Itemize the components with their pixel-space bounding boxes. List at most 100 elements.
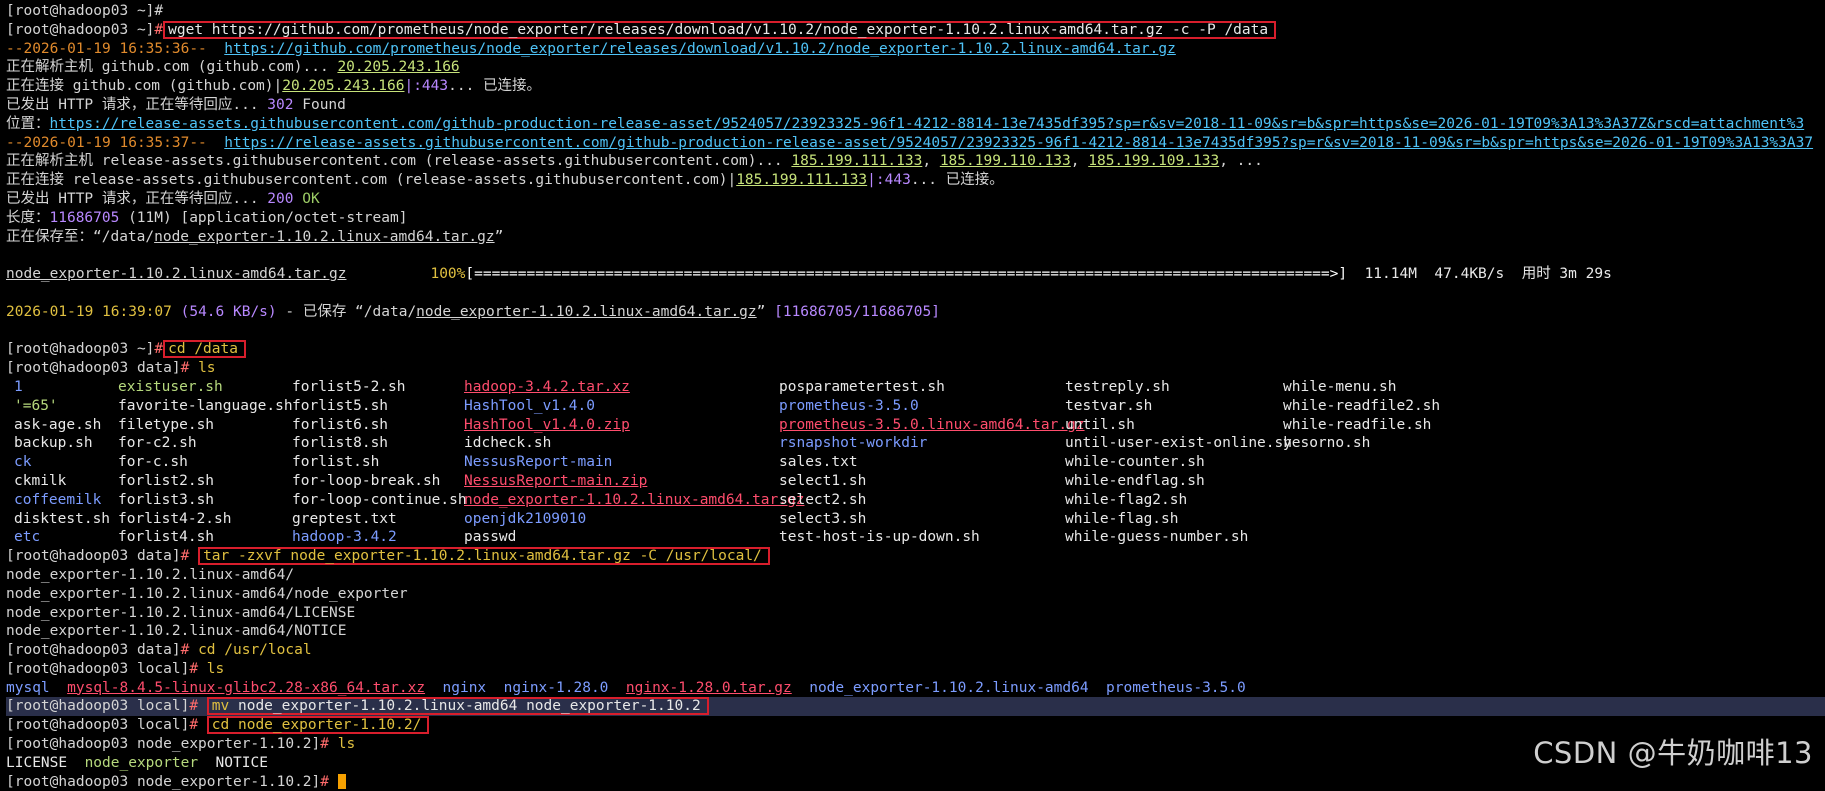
ls-entry[interactable]: greptest.txt [292,510,397,529]
ls-entry[interactable]: node_exporter-1.10.2.linux-amd64.tar.gz [464,491,804,510]
ls-entry[interactable]: forlist6.sh [292,416,388,435]
ls-entry[interactable]: while-counter.sh [1065,453,1205,472]
ls-entry[interactable]: mysql-8.4.5-linux-glibc2.28-x86_64.tar.x… [67,680,425,696]
ls-entry[interactable]: forlist8.sh [292,434,388,453]
ls-entry[interactable]: filetype.sh [118,416,214,435]
ls-entry[interactable]: forlist.sh [292,453,379,472]
done-speed: (54.6 KB/s) [180,303,277,320]
prompt-hash: # [154,341,164,358]
ls-entry[interactable]: for-loop-continue.sh [292,491,467,510]
ls-entry[interactable]: HashTool_v1.4.0.zip [464,416,630,435]
ls-row: ck for-c.sh forlist.sh NessusReport-main sal… [6,453,1825,472]
ls-entry[interactable]: while-readfile.sh [1283,416,1431,435]
prompt-hash: # [154,3,164,19]
terminal-line: [root@hadoop03 local]# mv node_exporter-… [6,697,1825,717]
ls-entry[interactable]: NessusReport-main [464,453,612,472]
ls-entry[interactable]: select3.sh [779,510,866,529]
ls-entry[interactable]: favorite-language.sh [118,397,293,416]
ls-entry[interactable]: nginx-1.28.0 [504,680,609,696]
ls-entry[interactable]: prometheus-3.5.0 [1106,680,1246,696]
ls-entry[interactable]: prometheus-3.5.0 [779,397,919,416]
ls-entry[interactable]: rsnapshot-workdir [779,434,927,453]
ls-entry[interactable]: '=65' [14,397,58,416]
highlight-box: mv node_exporter-1.10.2.linux-amd64 node… [206,697,709,716]
ls-entry[interactable]: yesorno.sh [1283,434,1370,453]
ls-entry[interactable]: nginx-1.28.0.tar.gz [626,680,792,696]
ls-entry[interactable]: select2.sh [779,491,866,510]
ls-entry[interactable]: LICENSE [6,755,67,771]
ls-entry[interactable]: until-user-exist-online.sh [1065,434,1292,453]
ls-entry[interactable]: backup.sh [14,434,93,453]
ls-entry[interactable]: ask-age.sh [14,416,101,435]
ls-entry[interactable]: forlist3.sh [118,491,214,510]
prompt-hash: # [180,360,190,377]
url-link[interactable]: https://release-assets.githubusercontent… [50,116,1805,132]
ip-address: 185.199.109.133 [1088,153,1220,170]
ls-entry[interactable]: forlist4-2.sh [118,510,232,529]
ls-entry[interactable]: select1.sh [779,472,866,491]
ls-entry[interactable]: node_exporter [85,755,199,771]
prompt: [root@hadoop03 ~] [6,341,155,358]
watermark: CSDN @牛奶咖啡13 [1533,736,1813,770]
ls-entry[interactable]: existuser.sh [118,378,223,397]
ls-entry[interactable]: passwd [464,528,516,547]
ls-entry[interactable]: while-endflag.sh [1065,472,1205,491]
ls-entry[interactable]: while-flag.sh [1065,510,1179,529]
ls-entry[interactable]: nginx [443,680,487,696]
ls-entry[interactable]: hadoop-3.4.2 [292,528,397,547]
ls-entry[interactable]: while-guess-number.sh [1065,528,1248,547]
ls-entry[interactable]: NOTICE [216,755,268,771]
ls-entry[interactable]: sales.txt [779,453,858,472]
terminal-line: 已发出 HTTP 请求，正在等待回应... 200 OK [6,190,1825,209]
ls-entry[interactable]: ck [14,453,31,472]
terminal-line: [root@hadoop03 node_exporter-1.10.2]# [6,773,1825,791]
ls-entry[interactable]: forlist2.sh [118,472,214,491]
wget-command: wget https://github.com/prometheus/node_… [168,21,1269,38]
ls-command: ls [337,736,356,753]
http-code: 302 [267,96,294,113]
ls-entry[interactable]: testvar.sh [1065,397,1152,416]
ls-entry[interactable]: until.sh [1065,416,1135,435]
ls-entry[interactable]: testreply.sh [1065,378,1170,397]
file-link[interactable]: node_exporter-1.10.2.linux-amd64.tar.gz [6,266,346,282]
ls-entry[interactable]: while-readfile2.sh [1283,397,1440,416]
ls-entry[interactable]: 1 [14,378,23,397]
ls-entry[interactable]: for-loop-break.sh [292,472,440,491]
terminal-line: 正在保存至：“/data/node_exporter-1.10.2.linux-… [6,228,1825,247]
ls-row: ckmilk forlist2.sh for-loop-break.sh Nessus… [6,472,1825,491]
prompt: [root@hadoop03 local] [6,660,190,677]
terminal-line: --2026-01-19 16:35:36-- https://github.c… [6,40,1825,59]
ls-entry[interactable]: mysql [6,680,50,696]
ls-entry[interactable]: forlist5.sh [292,397,388,416]
ls-entry[interactable]: test-host-is-up-down.sh [779,528,980,547]
ls-entry[interactable]: coffeemilk [14,491,101,510]
ls-entry[interactable]: for-c2.sh [118,434,197,453]
ls-entry[interactable]: posparametertest.sh [779,378,945,397]
url-link[interactable]: https://release-assets.githubusercontent… [224,135,1813,151]
ls-entry[interactable]: openjdk2109010 [464,510,586,529]
ls-entry[interactable]: prometheus-3.5.0.linux-amd64.tar.gz [779,416,1085,435]
connect-text: 正在连接 github.com (github.com)| [6,78,283,95]
ls-entry[interactable]: node_exporter-1.10.2.linux-amd64 [809,680,1088,696]
ls-entry[interactable]: disktest.sh [14,510,110,529]
ls-entry[interactable]: forlist4.sh [118,528,214,547]
ls-entry[interactable]: NessusReport-main.zip [464,472,647,491]
ls-entry[interactable]: ckmilk [14,472,66,491]
ls-entry[interactable]: forlist5-2.sh [292,378,406,397]
ls-entry[interactable]: for-c.sh [118,453,188,472]
ls-entry[interactable]: HashTool_v1.4.0 [464,397,595,416]
ls-entry[interactable]: idcheck.sh [464,434,551,453]
terminal-line: 正在解析主机 github.com (github.com)... 20.205… [6,58,1825,77]
separator: , [922,153,940,170]
file-link[interactable]: node_exporter-1.10.2.linux-amd64.tar.gz [154,229,494,245]
tar-output: node_exporter-1.10.2.linux-amd64/NOTICE [6,623,347,640]
ls-entry[interactable]: while-flag2.sh [1065,491,1187,510]
file-link[interactable]: node_exporter-1.10.2.linux-amd64.tar.gz [416,304,756,320]
ls-entry[interactable]: while-menu.sh [1283,378,1397,397]
text-cursor[interactable] [337,774,346,790]
ls-entry[interactable]: etc [14,528,40,547]
url-link[interactable]: https://github.com/prometheus/node_expor… [224,41,1176,57]
ls-entry[interactable]: hadoop-3.4.2.tar.xz [464,378,630,397]
terminal-window[interactable]: [root@hadoop03 ~]# [root@hadoop03 ~]# wge… [0,0,1825,790]
